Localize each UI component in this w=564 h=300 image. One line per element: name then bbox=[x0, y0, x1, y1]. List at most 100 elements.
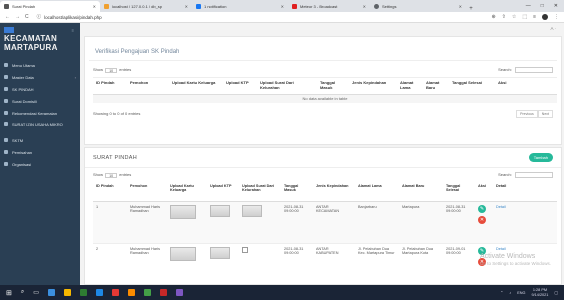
column-header[interactable]: Pemohon bbox=[127, 182, 167, 202]
taskbar-app-icon[interactable] bbox=[63, 289, 71, 296]
sidebar-item-organisasi[interactable]: Organisasi bbox=[0, 158, 80, 170]
column-header[interactable]: Tanggal Selesai bbox=[449, 77, 495, 95]
table-row: No data available in table bbox=[93, 94, 557, 103]
close-window-button[interactable]: ✕ bbox=[554, 3, 558, 9]
profile-avatar[interactable] bbox=[542, 14, 548, 20]
taskbar-app-icon[interactable] bbox=[159, 289, 167, 296]
column-header[interactable]: Upload KTP bbox=[223, 77, 257, 95]
search-icon[interactable]: ⌕ bbox=[21, 289, 24, 296]
reload-icon[interactable]: C bbox=[25, 14, 29, 20]
close-tab-icon[interactable]: ✕ bbox=[459, 4, 462, 9]
sidebar-item-sk-pindah[interactable]: SK PINDAH bbox=[0, 83, 80, 95]
sidebar-item-menu-utama[interactable]: Menu Utama bbox=[0, 59, 80, 71]
column-header[interactable]: Alamat Lama bbox=[397, 77, 423, 95]
browser-tab[interactable]: Meteor 3 - Broadcast ✕ bbox=[288, 1, 370, 12]
close-tab-icon[interactable]: ✕ bbox=[363, 4, 366, 9]
reading-list-icon[interactable]: ≡ bbox=[533, 14, 536, 20]
minimize-button[interactable]: — bbox=[526, 3, 531, 9]
add-button[interactable]: Tambah bbox=[528, 153, 553, 162]
column-header[interactable]: Detail bbox=[493, 182, 557, 202]
ktp-thumbnail[interactable] bbox=[210, 204, 230, 217]
detail-link[interactable]: Detail bbox=[496, 205, 506, 209]
close-tab-icon[interactable]: ✕ bbox=[185, 4, 188, 9]
empty-message: No data available in table bbox=[93, 94, 557, 103]
menu-dots-icon[interactable]: ⋮ bbox=[554, 14, 559, 20]
kartu-keluarga-thumbnail[interactable] bbox=[170, 204, 196, 219]
sidebar-item-sktm[interactable]: SKTM bbox=[0, 134, 80, 146]
ktp-thumbnail[interactable] bbox=[210, 246, 230, 259]
notification-icon[interactable]: ▢ bbox=[554, 290, 558, 295]
column-header[interactable]: Pemohon bbox=[127, 77, 169, 95]
column-header[interactable]: Alamat Baru bbox=[399, 182, 443, 202]
close-tab-icon[interactable]: ✕ bbox=[93, 4, 96, 9]
sidebar-item-master-data[interactable]: Master Data › bbox=[0, 71, 80, 83]
column-header[interactable]: Jenis Kepindahan bbox=[349, 77, 397, 95]
language-indicator[interactable]: ENG bbox=[517, 291, 525, 295]
taskbar-app-icon[interactable] bbox=[95, 289, 103, 296]
taskbar-app-icon[interactable] bbox=[143, 289, 151, 296]
column-header[interactable]: Aksi bbox=[495, 77, 557, 95]
column-header[interactable]: ID Pindah bbox=[93, 182, 127, 202]
home-icon bbox=[4, 63, 8, 67]
clock[interactable]: 1:28 PM 9/14/2021 bbox=[532, 288, 549, 297]
column-header[interactable]: Upload Surat Dari Kelurahan bbox=[239, 182, 281, 202]
info-icon[interactable]: ⓘ bbox=[37, 14, 42, 20]
user-menu[interactable]: A · bbox=[550, 26, 556, 31]
task-view-icon[interactable]: ▭ bbox=[33, 289, 39, 296]
close-tab-icon[interactable]: ✕ bbox=[281, 4, 284, 9]
bookmark-star-icon[interactable]: ☆ bbox=[512, 14, 516, 20]
volume-icon[interactable]: ♪ bbox=[509, 291, 511, 295]
sidebar-item-rekomendasi-keramaian[interactable]: Rekomendasi Keramaian bbox=[0, 107, 80, 119]
taskbar-app-icon[interactable] bbox=[175, 289, 183, 296]
search-input[interactable] bbox=[515, 67, 553, 73]
taskbar-app-icon[interactable] bbox=[127, 289, 135, 296]
entries-select[interactable]: 10 bbox=[105, 172, 118, 178]
column-header[interactable]: ID Pindah bbox=[93, 77, 127, 95]
column-header[interactable]: Tanggal Masuk bbox=[317, 77, 349, 95]
column-header[interactable]: Upload KTP bbox=[207, 182, 239, 202]
taskbar-app-icon[interactable] bbox=[79, 289, 87, 296]
extensions-icon[interactable]: ⬚ bbox=[522, 14, 527, 20]
browser-tab[interactable]: 1 notification ✕ bbox=[192, 1, 288, 12]
back-icon[interactable]: ← bbox=[5, 14, 10, 20]
network-icon[interactable]: ⌃ bbox=[500, 290, 503, 295]
panel-header: SURAT PINDAH Tambah bbox=[85, 148, 561, 168]
main-content: A · Verifikasi Pengajuan SK Pindah Show … bbox=[80, 23, 564, 300]
column-header[interactable]: Tanggal Masuk bbox=[281, 182, 313, 202]
browser-tab[interactable]: Settings ✕ bbox=[370, 1, 466, 12]
column-header[interactable]: Upload Surat Dari Kelurahan bbox=[257, 77, 317, 95]
column-header[interactable]: Upload Kartu Keluarga bbox=[167, 182, 207, 202]
maximize-button[interactable]: □ bbox=[541, 3, 544, 9]
surat-kelurahan-thumbnail[interactable] bbox=[242, 204, 262, 217]
sidebar-item-surat-izin-usaha-mikro[interactable]: SURAT IZIN USAHA MIKRO bbox=[0, 119, 80, 134]
forward-icon[interactable]: → bbox=[15, 14, 20, 20]
url-field[interactable]: ⓘ localhost/aplikasi/pindah.php bbox=[34, 13, 487, 21]
taskbar-app-icon[interactable] bbox=[47, 289, 55, 296]
entries-select[interactable]: 10 bbox=[105, 67, 118, 73]
column-header[interactable]: Aksi bbox=[475, 182, 493, 202]
surat-pindah-table: ID Pindah Pemohon Upload Kartu Keluarga … bbox=[93, 182, 557, 300]
windows-start-icon[interactable]: ⊞ bbox=[6, 289, 12, 297]
column-header[interactable]: Upload Kartu Keluarga bbox=[169, 77, 223, 95]
detail-link[interactable]: Detail bbox=[496, 247, 506, 251]
previous-button[interactable]: Previous bbox=[516, 109, 538, 118]
zoom-icon[interactable]: ⊕ bbox=[491, 14, 495, 20]
browser-tab[interactable]: localhost / 127.0.0.1 / db_sp ✕ bbox=[100, 1, 192, 12]
column-header[interactable]: Jenis Kepindahan bbox=[313, 182, 355, 202]
edit-button[interactable]: ✎ bbox=[478, 204, 486, 213]
delete-button[interactable]: ✕ bbox=[478, 215, 486, 224]
menu-toggle-icon[interactable]: ≡ bbox=[72, 28, 74, 33]
sidebar-item-surat-domisili[interactable]: Surat Domisili bbox=[0, 95, 80, 107]
sidebar-item-pemisahan[interactable]: Pemisahan bbox=[0, 146, 80, 158]
search-input[interactable] bbox=[515, 172, 553, 178]
broken-image-icon[interactable] bbox=[242, 246, 248, 253]
taskbar-app-icon[interactable] bbox=[111, 289, 119, 296]
kartu-keluarga-thumbnail[interactable] bbox=[170, 246, 196, 261]
browser-tab[interactable]: Surat Pindah ✕ bbox=[0, 1, 100, 12]
column-header[interactable]: Tanggal Selesai bbox=[443, 182, 475, 202]
column-header[interactable]: Alamat Baru bbox=[423, 77, 449, 95]
next-button[interactable]: Next bbox=[537, 109, 553, 118]
brand: KECAMATAN MARTAPURA ≡ bbox=[0, 23, 80, 59]
share-icon[interactable]: ⇧ bbox=[502, 14, 506, 20]
column-header[interactable]: Alamat Lama bbox=[355, 182, 399, 202]
